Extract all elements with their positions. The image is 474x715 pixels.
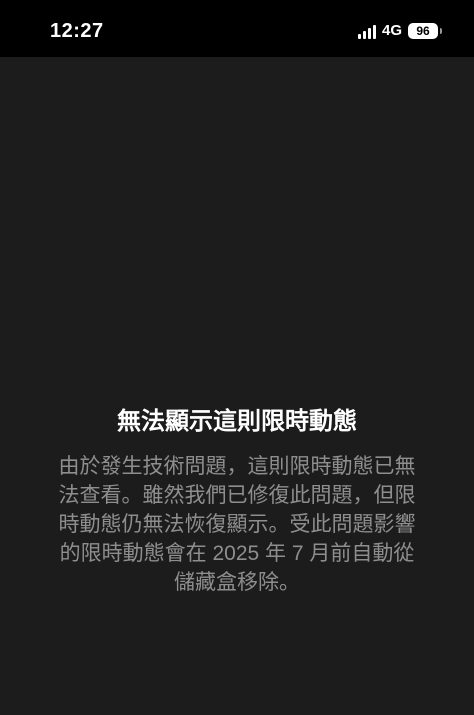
- signal-bars-icon: [357, 23, 376, 39]
- status-indicators: 4G 96: [357, 20, 442, 42]
- status-time: 12:27: [50, 20, 104, 42]
- network-type: 4G: [381, 22, 402, 39]
- story-viewer[interactable]: 無法顯示這則限時動態 由於發生技術問題，這則限時動態已無法查看。雖然我們已修復此…: [0, 57, 474, 715]
- unavailable-title: 無法顯示這則限時動態: [117, 408, 357, 435]
- status-bar: 12:27 4G 96: [0, 0, 474, 57]
- battery-level: 96: [416, 24, 430, 38]
- battery-cap: [440, 28, 442, 34]
- battery-icon: 96: [408, 23, 442, 39]
- unavailable-message: 由於發生技術問題，這則限時動態已無法查看。雖然我們已修復此問題，但限時動態仍無法…: [58, 455, 416, 594]
